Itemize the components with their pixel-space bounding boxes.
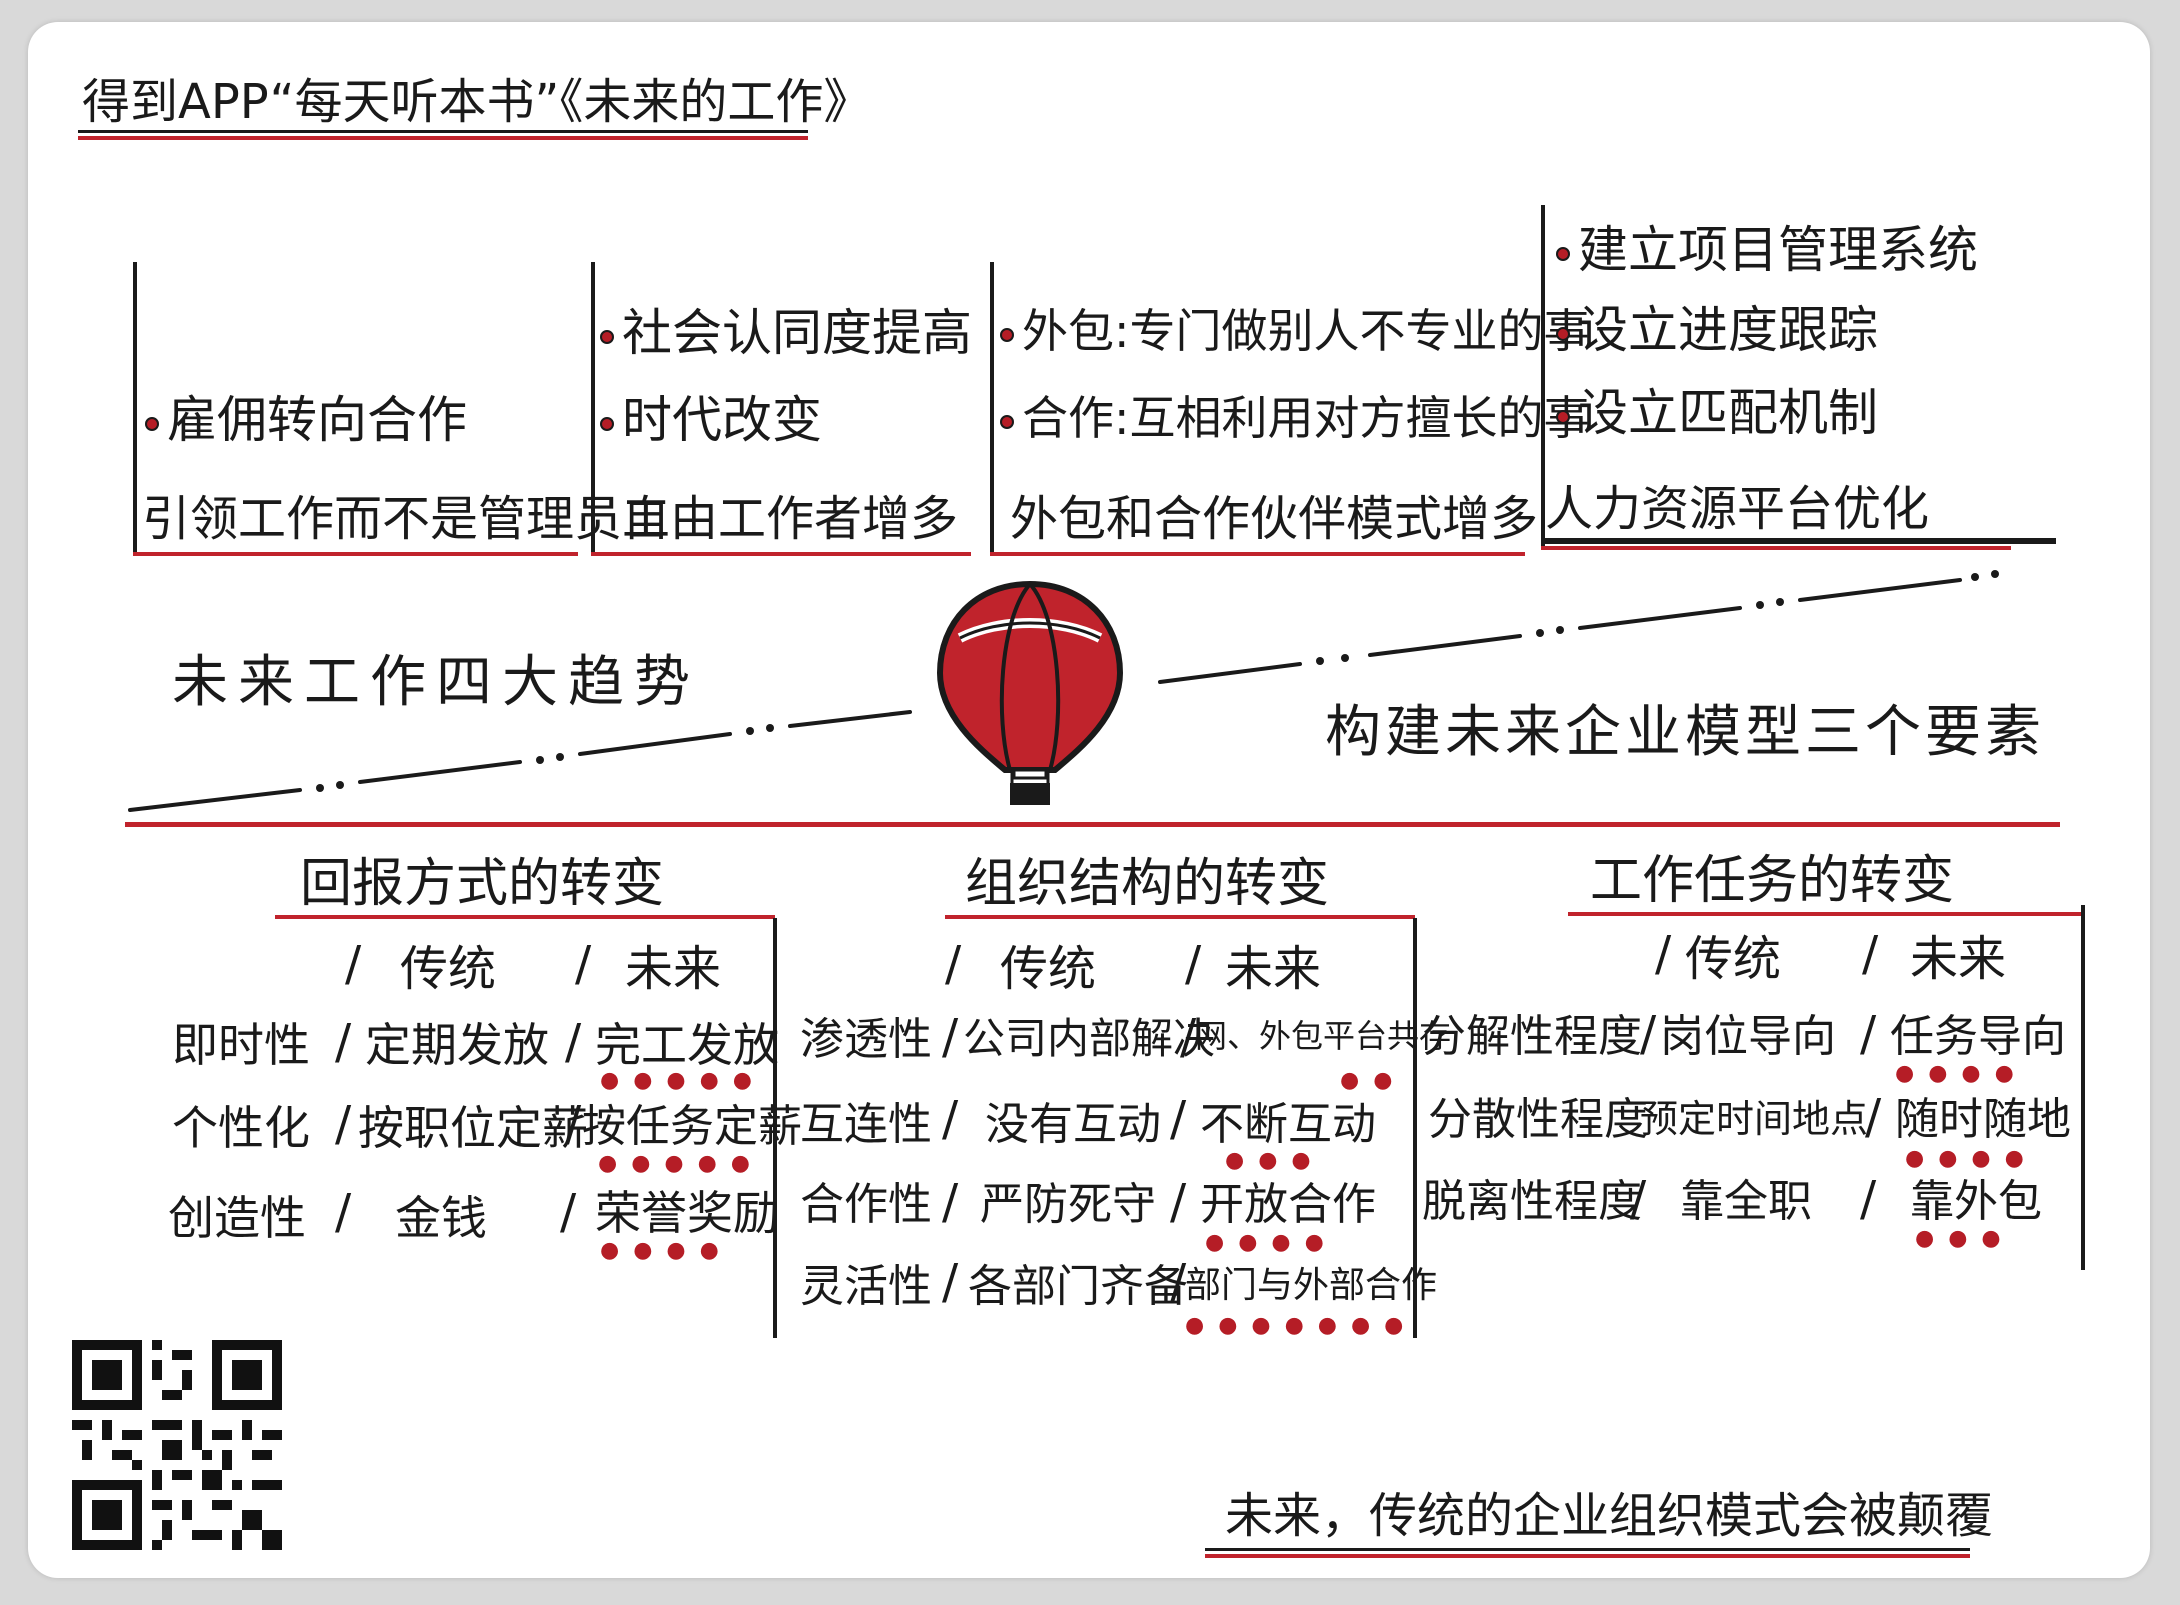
table-1-title-underline bbox=[275, 915, 775, 919]
elements-section-title: 构建未来企业模型三个要素 bbox=[1325, 700, 2045, 765]
conclusion-text: 未来，传统的企业组织模式会被颠覆 bbox=[1225, 1488, 1994, 1544]
table-3-col-future: 未来 bbox=[1910, 931, 2007, 987]
table-2-row-3-sep-2: / bbox=[1170, 1174, 1187, 1230]
table-3-right-rule bbox=[2081, 905, 2085, 1270]
table-1-row-1-highlight-dots: ●●●●● bbox=[600, 1068, 766, 1093]
table-2-row-2-traditional: 没有互动 bbox=[985, 1099, 1161, 1150]
table-1-row-1-label: 即时性 bbox=[172, 1018, 310, 1072]
table-1-row-2-traditional: 按职位定薪 bbox=[358, 1101, 588, 1155]
table-3-row-3-sep: / bbox=[1630, 1171, 1647, 1227]
table-3-title-underline bbox=[1568, 912, 2083, 916]
table-3-row-3-future: 靠外包 bbox=[1910, 1176, 2042, 1227]
table-2-row-3-label: 合作性 bbox=[800, 1179, 932, 1230]
table-2-col-future: 未来 bbox=[1225, 941, 1322, 997]
hot-air-balloon-icon bbox=[936, 580, 1124, 805]
table-1-header-sep: / bbox=[345, 936, 362, 992]
table-1-row-2-sep: / bbox=[335, 1096, 352, 1152]
table-1-col-future: 未来 bbox=[625, 941, 722, 997]
table-1-row-1-sep: / bbox=[335, 1014, 352, 1070]
table-2-header-sep: / bbox=[945, 936, 962, 992]
table-2-title: 组织结构的转变 bbox=[965, 854, 1330, 914]
table-3-row-3-highlight-dots: ●●● bbox=[1915, 1226, 2015, 1251]
table-2-row-4-sep-2: / bbox=[1170, 1254, 1187, 1310]
table-3-row-2-highlight-dots: ●●●● bbox=[1905, 1146, 2038, 1171]
conclusion-underline-ink bbox=[1205, 1548, 1970, 1551]
table-3-row-1-highlight-dots: ●●●● bbox=[1895, 1061, 2028, 1086]
table-2-row-1-future: 网、外包平台共存 bbox=[1195, 1017, 1452, 1055]
table-1-row-1-future: 完工发放 bbox=[595, 1018, 779, 1072]
table-3-row-1-label: 分解性程度 bbox=[1422, 1011, 1642, 1062]
table-2-row-3-sep: / bbox=[942, 1174, 959, 1230]
table-1-row-3-future: 荣誉奖励 bbox=[595, 1186, 779, 1240]
table-2-header-sep-2: / bbox=[1185, 936, 1202, 992]
table-1-row-2-highlight-dots: ●●●●● bbox=[598, 1151, 764, 1176]
middle-divider bbox=[125, 822, 2060, 827]
table-1-row-2-future: 按任务定薪 bbox=[582, 1101, 802, 1152]
table-2-row-2-sep-2: / bbox=[1170, 1091, 1187, 1147]
table-3-title: 工作任务的转变 bbox=[1590, 851, 1955, 911]
table-3-col-traditional: 传统 bbox=[1685, 931, 1782, 987]
table-2-col-traditional: 传统 bbox=[1000, 941, 1097, 997]
table-1-header-sep-2: / bbox=[575, 936, 592, 992]
table-2-row-3-traditional: 严防死守 bbox=[980, 1179, 1156, 1230]
table-2-row-1-highlight-dots: ●● bbox=[1340, 1068, 1407, 1093]
table-3-row-1-sep-2: / bbox=[1860, 1006, 1877, 1062]
table-2-row-1-traditional: 公司内部解决 bbox=[963, 1014, 1216, 1063]
table-3-row-2-label: 分散性程度 bbox=[1428, 1094, 1648, 1145]
conclusion-underline bbox=[1205, 1554, 1970, 1558]
table-3-row-1-traditional: 岗位导向 bbox=[1660, 1011, 1836, 1062]
table-3-row-1-sep: / bbox=[1640, 1006, 1657, 1062]
table-2-row-4-future: 部门与外部合作 bbox=[1185, 1265, 1438, 1306]
trends-section-title: 未来工作四大趋势 bbox=[172, 650, 700, 715]
table-2-row-1-sep: / bbox=[942, 1009, 959, 1065]
table-3-header-sep: / bbox=[1655, 926, 1672, 982]
table-1-title: 回报方式的转变 bbox=[300, 854, 665, 914]
table-2-row-4-sep: / bbox=[942, 1254, 959, 1310]
table-2-title-underline bbox=[945, 915, 1415, 919]
table-1-row-3-sep-2: / bbox=[560, 1184, 577, 1240]
table-2-row-4-label: 灵活性 bbox=[800, 1261, 932, 1312]
table-1-row-3-traditional: 金钱 bbox=[395, 1191, 487, 1245]
table-1-row-1-traditional: 定期发放 bbox=[365, 1018, 549, 1072]
table-3-header-sep-2: / bbox=[1862, 926, 1879, 982]
table-2-row-3-future: 开放合作 bbox=[1200, 1179, 1376, 1230]
table-3-row-3-traditional: 靠全职 bbox=[1680, 1176, 1812, 1227]
table-1-row-1-sep-2: / bbox=[565, 1014, 582, 1070]
table-2-row-1-label: 渗透性 bbox=[800, 1014, 932, 1065]
table-2-row-2-sep: / bbox=[942, 1091, 959, 1147]
table-2-row-3-highlight-dots: ●●●● bbox=[1205, 1230, 1338, 1255]
table-3-row-3-label: 脱离性程度 bbox=[1422, 1176, 1642, 1227]
table-3-row-2-sep-2: / bbox=[1865, 1089, 1882, 1145]
table-2-row-4-highlight-dots: ●●●●●●● bbox=[1185, 1313, 1418, 1338]
table-3-row-2-traditional: 预定时间地点 bbox=[1640, 1097, 1869, 1141]
table-3-row-1-future: 任务导向 bbox=[1890, 1011, 2066, 1062]
table-2-row-2-future: 不断互动 bbox=[1200, 1099, 1376, 1150]
table-1-row-3-label: 创造性 bbox=[168, 1191, 306, 1245]
table-2-row-2-highlight-dots: ●●● bbox=[1225, 1148, 1325, 1173]
table-2-row-2-label: 互连性 bbox=[800, 1099, 932, 1150]
table-1-row-3-highlight-dots: ●●●● bbox=[600, 1238, 733, 1263]
table-1-col-traditional: 传统 bbox=[400, 941, 497, 997]
table-3-row-2-future: 随时随地 bbox=[1895, 1094, 2071, 1145]
table-1-row-2-label: 个性化 bbox=[172, 1101, 310, 1155]
table-2-row-4-traditional: 各部门齐备 bbox=[968, 1261, 1188, 1312]
table-3-row-3-sep-2: / bbox=[1860, 1171, 1877, 1227]
qr-code-icon bbox=[72, 1340, 282, 1550]
table-2-row-1-sep-2: / bbox=[1180, 1009, 1197, 1065]
table-1-row-2-sep-2: / bbox=[565, 1096, 582, 1152]
table-1-row-3-sep: / bbox=[335, 1184, 352, 1240]
